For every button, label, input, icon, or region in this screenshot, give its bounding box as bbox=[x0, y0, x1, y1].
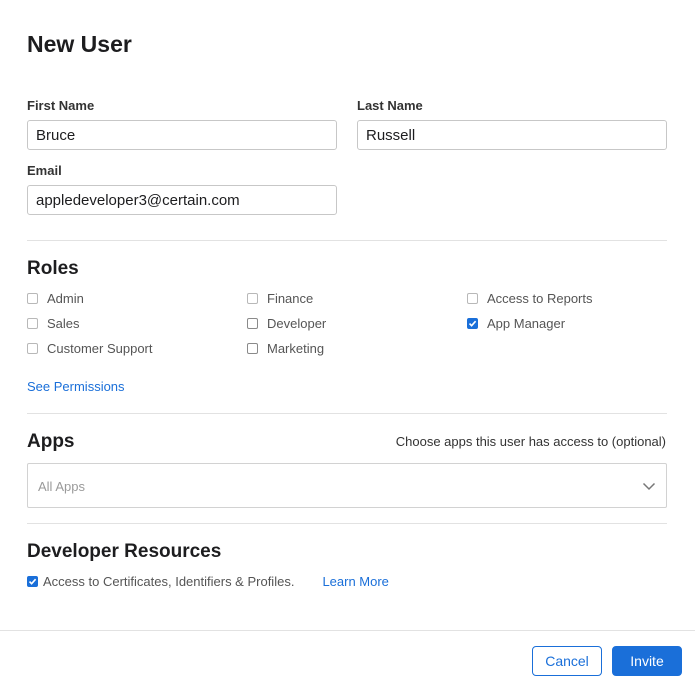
chevron-down-icon bbox=[642, 482, 656, 491]
divider bbox=[27, 523, 667, 524]
last-name-input[interactable] bbox=[357, 120, 667, 150]
checkbox-icon[interactable] bbox=[247, 318, 258, 329]
checkbox-icon[interactable] bbox=[247, 343, 258, 354]
first-name-input[interactable] bbox=[27, 120, 337, 150]
new-user-dialog: New User First Name Last Name Email Role… bbox=[0, 0, 695, 689]
checkbox-icon[interactable] bbox=[467, 293, 478, 304]
role-developer-checkbox[interactable]: Developer bbox=[247, 316, 326, 331]
checkbox-checked-icon[interactable] bbox=[27, 576, 38, 587]
role-label: Admin bbox=[47, 291, 84, 306]
role-label: Access to Reports bbox=[487, 291, 593, 306]
role-app-manager-checkbox[interactable]: App Manager bbox=[467, 316, 565, 331]
apps-select[interactable]: All Apps bbox=[27, 463, 667, 508]
certificates-access-checkbox[interactable]: Access to Certificates, Identifiers & Pr… bbox=[27, 574, 294, 589]
dialog-title: New User bbox=[27, 31, 132, 57]
role-access-to-reports-checkbox[interactable]: Access to Reports bbox=[467, 291, 593, 306]
role-customer-support-checkbox[interactable]: Customer Support bbox=[27, 341, 153, 356]
checkbox-icon[interactable] bbox=[27, 343, 38, 354]
invite-button[interactable]: Invite bbox=[612, 646, 682, 676]
developer-resources-row: Access to Certificates, Identifiers & Pr… bbox=[27, 574, 389, 589]
role-sales-checkbox[interactable]: Sales bbox=[27, 316, 80, 331]
checkbox-icon[interactable] bbox=[27, 293, 38, 304]
footer-divider bbox=[0, 630, 695, 631]
role-label: Sales bbox=[47, 316, 80, 331]
developer-resources-title: Developer Resources bbox=[27, 541, 222, 562]
roles-title: Roles bbox=[27, 258, 79, 279]
divider bbox=[27, 240, 667, 241]
role-finance-checkbox[interactable]: Finance bbox=[247, 291, 313, 306]
role-label: Customer Support bbox=[47, 341, 153, 356]
apps-hint: Choose apps this user has access to (opt… bbox=[395, 434, 666, 449]
role-label: Finance bbox=[267, 291, 314, 306]
first-name-label: First Name bbox=[27, 98, 95, 113]
see-permissions-link[interactable]: See Permissions bbox=[27, 379, 125, 394]
email-label: Email bbox=[27, 163, 62, 178]
apps-select-value: All Apps bbox=[38, 479, 85, 494]
role-label: App Manager bbox=[487, 316, 566, 331]
apps-title: Apps bbox=[27, 431, 75, 452]
email-input[interactable] bbox=[27, 185, 337, 215]
role-label: Developer bbox=[267, 316, 327, 331]
cancel-button[interactable]: Cancel bbox=[532, 646, 602, 676]
role-admin-checkbox[interactable]: Admin bbox=[27, 291, 84, 306]
last-name-label: Last Name bbox=[357, 98, 423, 113]
checkbox-icon[interactable] bbox=[247, 293, 258, 304]
checkbox-checked-icon[interactable] bbox=[467, 318, 478, 329]
role-marketing-checkbox[interactable]: Marketing bbox=[247, 341, 324, 356]
certificates-access-label: Access to Certificates, Identifiers & Pr… bbox=[43, 574, 295, 589]
divider bbox=[27, 413, 667, 414]
checkbox-icon[interactable] bbox=[27, 318, 38, 329]
role-label: Marketing bbox=[267, 341, 325, 356]
learn-more-link[interactable]: Learn More bbox=[322, 574, 388, 589]
